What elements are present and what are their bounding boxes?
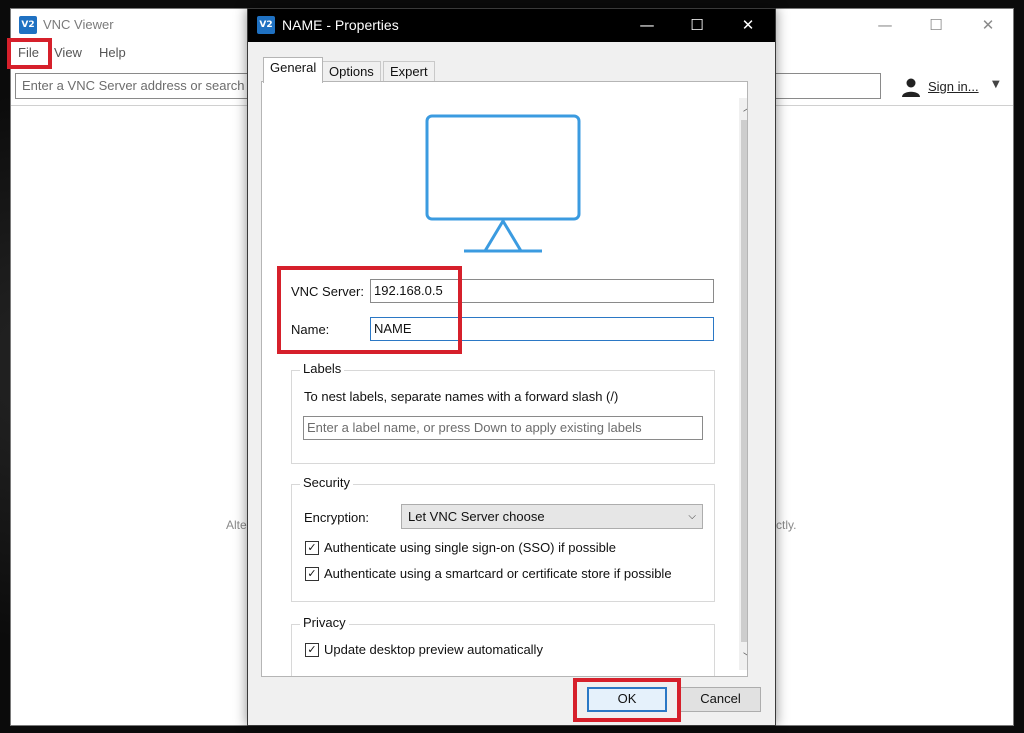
maximize-button[interactable]: ☐ xyxy=(918,13,954,37)
dialog-minimize-button[interactable]: — xyxy=(629,13,665,37)
labels-hint: To nest labels, separate names with a fo… xyxy=(304,389,619,404)
labels-group: Labels To nest labels, separate names wi… xyxy=(291,361,715,464)
smartcard-checkbox[interactable]: ✓ xyxy=(305,567,319,581)
label-name-input[interactable]: Enter a label name, or press Down to app… xyxy=(303,416,703,440)
sso-checkbox[interactable]: ✓ xyxy=(305,541,319,555)
privacy-group: Privacy ✓ Update desktop preview automat… xyxy=(291,615,715,676)
privacy-group-title: Privacy xyxy=(300,615,349,630)
dialog-maximize-button[interactable]: ☐ xyxy=(679,13,715,37)
vnc-logo-icon: V2 xyxy=(19,16,37,34)
main-window-title: VNC Viewer xyxy=(43,17,114,32)
vnc-logo-icon: V2 xyxy=(257,16,275,34)
general-tab-panel: VNC Server: 192.168.0.5 Name: NAME Label… xyxy=(261,81,748,677)
minimize-button[interactable]: — xyxy=(867,13,903,37)
security-group-title: Security xyxy=(300,475,353,490)
tab-options[interactable]: Options xyxy=(322,61,381,82)
preview-checkbox[interactable]: ✓ xyxy=(305,643,319,657)
sso-check-label: Authenticate using single sign-on (SSO) … xyxy=(324,540,616,555)
encryption-select[interactable]: Let VNC Server choose ⌵ xyxy=(401,504,703,529)
security-group: Security Encryption: Let VNC Server choo… xyxy=(291,475,715,602)
tab-general[interactable]: General xyxy=(263,57,324,83)
server-name-highlight xyxy=(277,266,462,354)
smartcard-check-label: Authenticate using a smartcard or certif… xyxy=(324,566,672,581)
scroll-up-icon[interactable]: ︿ xyxy=(739,100,747,118)
labels-group-title: Labels xyxy=(300,361,345,376)
dialog-close-button[interactable]: ✕ xyxy=(730,13,766,37)
background-hint-right: ctly. xyxy=(776,518,797,532)
close-button[interactable]: ✕ xyxy=(970,13,1006,37)
dialog-title: NAME - Properties xyxy=(282,17,399,33)
file-menu-highlight xyxy=(7,38,52,69)
cancel-button[interactable]: Cancel xyxy=(680,687,761,712)
preview-check-label: Update desktop preview automatically xyxy=(324,642,543,657)
panel-scrollbar[interactable]: ︿ ﹀ xyxy=(739,98,747,670)
background-hint-left: Alte xyxy=(226,518,247,532)
search-placeholder: Enter a VNC Server address or search xyxy=(22,78,245,93)
user-icon[interactable] xyxy=(901,77,921,97)
encryption-select-value: Let VNC Server choose xyxy=(408,509,545,524)
menu-help[interactable]: Help xyxy=(99,45,126,60)
menu-view[interactable]: View xyxy=(54,45,82,60)
scrollbar-thumb[interactable] xyxy=(741,120,747,642)
tab-expert[interactable]: Expert xyxy=(383,61,435,82)
properties-dialog: V2 NAME - Properties — ☐ ✕ General Optio… xyxy=(247,8,776,726)
sign-in-link[interactable]: Sign in... xyxy=(928,79,979,94)
chevron-down-icon[interactable]: ▼ xyxy=(992,79,1000,90)
ok-button-highlight xyxy=(573,678,681,722)
scroll-down-icon[interactable]: ﹀ xyxy=(739,650,747,668)
monitor-icon xyxy=(425,114,581,253)
encryption-label: Encryption: xyxy=(304,510,370,525)
chevron-down-icon: ⌵ xyxy=(688,511,696,522)
dialog-titlebar: V2 NAME - Properties — ☐ ✕ xyxy=(248,9,775,42)
